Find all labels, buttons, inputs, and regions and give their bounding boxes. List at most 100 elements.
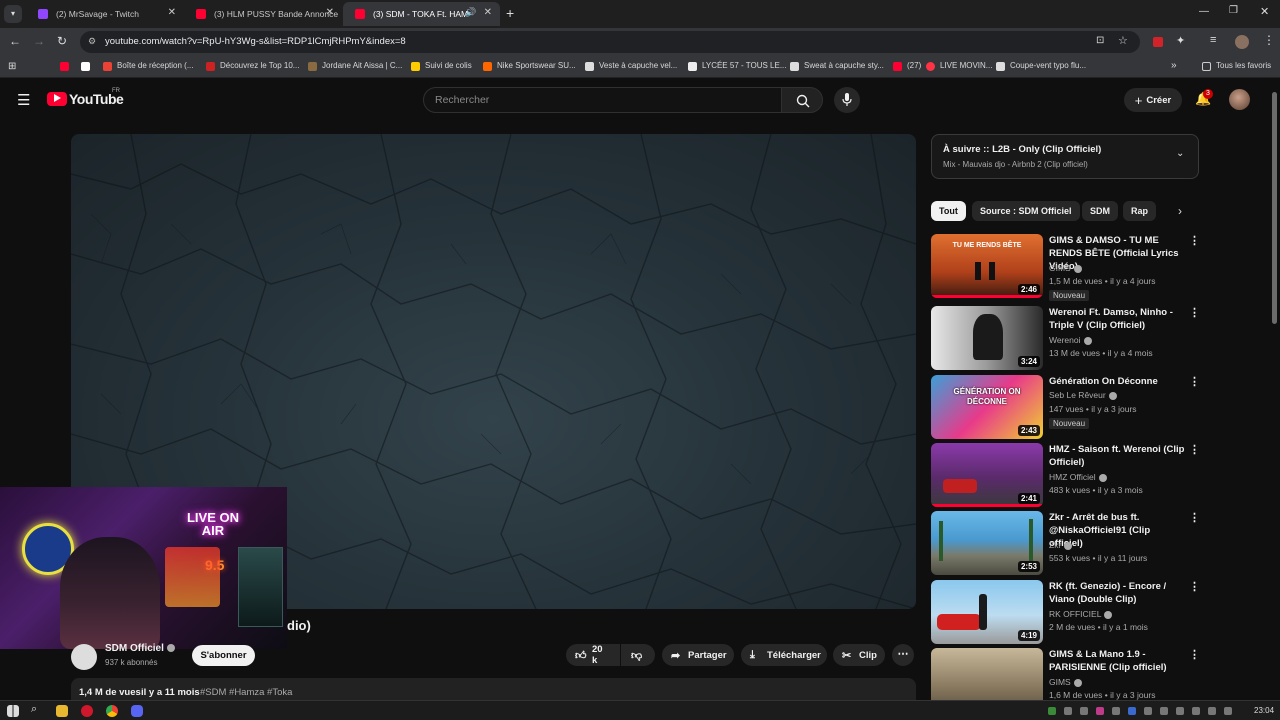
volume-icon[interactable]	[1208, 707, 1216, 715]
new-tab-button[interactable]: +	[506, 5, 514, 21]
hashtags[interactable]: #SDM #Hamza #Toka	[200, 687, 292, 698]
windows-start-icon[interactable]	[7, 705, 19, 717]
chip-rap[interactable]: Rap	[1123, 201, 1157, 221]
more-options-icon[interactable]: ⋮	[1189, 443, 1200, 456]
recommendation-item[interactable]: 3:24 Werenoi Ft. Damso, Ninho - Triple V…	[931, 306, 1201, 372]
restore-icon[interactable]: ❐	[1229, 5, 1238, 16]
bookmark-nike[interactable]: Nike Sportswear SU...	[483, 61, 576, 71]
bookmark-gmail[interactable]: Boîte de réception (...	[103, 61, 194, 71]
bookmark-coupe-vent[interactable]: Coupe-vent typo flu...	[996, 61, 1086, 71]
file-explorer-icon[interactable]	[56, 705, 68, 717]
discord-icon[interactable]	[131, 705, 143, 717]
tab-search-button[interactable]: ▾	[4, 5, 22, 23]
channel-name[interactable]: SDM Officiel	[105, 643, 175, 654]
more-options-icon[interactable]: ⋮	[1189, 580, 1200, 593]
extensions-icon[interactable]: ✦	[1176, 34, 1185, 47]
create-button[interactable]: + Créer	[1124, 88, 1182, 112]
browser-menu-icon[interactable]: ⋮	[1263, 33, 1275, 47]
apps-grid-icon[interactable]: ⊞	[8, 61, 16, 72]
chip-all[interactable]: Tout	[931, 201, 966, 221]
tray-icon[interactable]	[1144, 707, 1152, 715]
bookmark-live-movin[interactable]: LIVE MOVIN...	[926, 61, 992, 71]
hamburger-menu-icon[interactable]: ☰	[17, 91, 30, 109]
tray-icon[interactable]	[1224, 707, 1232, 715]
tray-icon[interactable]	[1048, 707, 1056, 715]
more-actions-button[interactable]: ⋯	[892, 644, 914, 666]
search-input[interactable]: Rechercher	[423, 87, 783, 113]
tray-icon[interactable]	[1192, 707, 1200, 715]
like-button[interactable]: 👍︎ 20 k	[566, 644, 620, 666]
tab-sdm-toka[interactable]: (3) SDM - TOKA Ft. HAMZA 🔊 ✕	[343, 2, 500, 26]
scissors-icon: ✂	[842, 650, 852, 662]
recommendation-item[interactable]: 2:53 Zkr - Arrêt de bus ft. @NiskaOffici…	[931, 511, 1201, 577]
more-options-icon[interactable]: ⋮	[1189, 375, 1200, 388]
recommendation-item[interactable]: GÉNÉRATION ON DÉCONNE 2:43 Génération On…	[931, 375, 1201, 441]
reload-icon[interactable]: ↻	[57, 34, 67, 48]
recommendation-item[interactable]: 2:41 HMZ - Saison ft. Werenoi (Clip Offi…	[931, 443, 1201, 509]
profile-avatar[interactable]	[1235, 35, 1249, 49]
voice-search-button[interactable]	[834, 87, 860, 113]
bookmark-sweat[interactable]: Sweat à capuche sty...	[790, 61, 884, 71]
recommendation-item[interactable]: GIMS & La Mano 1.9 - PARISIENNE (Clip of…	[931, 648, 1201, 700]
chip-source-sdm[interactable]: Source : SDM Officiel	[972, 201, 1080, 221]
forward-icon[interactable]: →	[33, 34, 45, 48]
bookmark-lycee[interactable]: LYCÉE 57 - TOUS LE...	[688, 61, 786, 71]
account-avatar[interactable]	[1229, 89, 1250, 110]
search-icon[interactable]: ⌕	[31, 703, 37, 716]
page-scrollbar[interactable]	[1272, 92, 1277, 324]
more-options-icon[interactable]: ⋮	[1189, 234, 1200, 247]
chips-next-arrow-icon[interactable]: ›	[1178, 204, 1182, 218]
share-button[interactable]: ➦ Partager	[662, 644, 734, 666]
chip-sdm[interactable]: SDM	[1082, 201, 1118, 221]
channel-avatar[interactable]	[71, 644, 97, 670]
tray-icon[interactable]	[1112, 707, 1120, 715]
audio-playing-icon[interactable]: 🔊	[465, 7, 476, 18]
extension-red-icon[interactable]	[1153, 37, 1163, 47]
chrome-icon[interactable]	[106, 705, 118, 717]
opera-icon[interactable]	[81, 705, 93, 717]
subscribe-button[interactable]: S'abonner	[192, 645, 255, 666]
minimize-icon[interactable]: —	[1199, 6, 1209, 17]
tray-icon[interactable]	[1064, 707, 1072, 715]
all-bookmarks-folder[interactable]: Tous les favoris	[1202, 61, 1271, 71]
search-button[interactable]	[781, 87, 823, 113]
more-options-icon[interactable]: ⋮	[1189, 648, 1200, 661]
share-label: Partager	[688, 649, 727, 661]
bookmark-jordane[interactable]: Jordane Ait Aissa | C...	[308, 61, 402, 71]
install-app-icon[interactable]: ⊡	[1096, 35, 1104, 46]
back-icon[interactable]: ←	[9, 34, 21, 48]
media-control-icon[interactable]: ≡	[1210, 34, 1216, 46]
more-options-icon[interactable]: ⋮	[1189, 511, 1200, 524]
up-next-panel[interactable]: À suivre :: L2B - Only (Clip Officiel) M…	[931, 134, 1199, 179]
bluetooth-icon[interactable]	[1128, 707, 1136, 715]
tab-twitch[interactable]: (2) MrSavage - Twitch ✕	[26, 2, 184, 26]
tab-hlm[interactable]: (3) HLM PUSSY Bande Annonce ✕	[184, 2, 342, 26]
network-icon[interactable]	[1176, 707, 1184, 715]
address-bar[interactable]: ⚙ youtube.com/watch?v=RpU-hY3Wg-s&list=R…	[80, 31, 1140, 53]
close-window-icon[interactable]: ✕	[1260, 5, 1269, 18]
close-tab-icon[interactable]: ✕	[168, 7, 176, 18]
bookmark-suivi-colis[interactable]: Suivi de colis	[411, 61, 472, 71]
clock[interactable]: 23:04	[1254, 706, 1274, 715]
tray-icon[interactable]	[1160, 707, 1168, 715]
more-bookmarks-button[interactable]: »	[1171, 60, 1177, 71]
clip-button[interactable]: ✂ Clip	[833, 644, 885, 666]
tray-icon[interactable]	[1096, 707, 1104, 715]
notifications-button[interactable]: 🔔 3	[1192, 89, 1213, 110]
bookmark-27[interactable]: (27)	[893, 61, 921, 71]
chevron-down-icon[interactable]: ⌄	[1176, 148, 1184, 159]
tray-icon[interactable]	[1080, 707, 1088, 715]
site-info-icon[interactable]: ⚙	[88, 36, 96, 47]
download-button[interactable]: ⤓ Télécharger	[741, 644, 827, 666]
recommendation-item[interactable]: 4:19 RK (ft. Genezio) - Encore / Viano (…	[931, 580, 1201, 646]
more-options-icon[interactable]: ⋮	[1189, 306, 1200, 319]
bookmark-veste[interactable]: Veste à capuche vel...	[585, 61, 677, 71]
tab-label: (3) SDM - TOKA Ft. HAMZA	[373, 9, 468, 19]
bookmark-top10[interactable]: Découvrez le Top 10...	[206, 61, 299, 71]
tab-label: (2) MrSavage - Twitch	[56, 9, 139, 19]
bookmark-star-icon[interactable]: ☆	[1118, 34, 1128, 47]
close-tab-icon[interactable]: ✕	[326, 7, 334, 18]
recommendation-item[interactable]: TU ME RENDS BÊTE 2:46 GIMS & DAMSO - TU …	[931, 234, 1201, 301]
dislike-button[interactable]: 👎︎	[621, 644, 655, 666]
close-tab-icon[interactable]: ✕	[484, 7, 492, 18]
